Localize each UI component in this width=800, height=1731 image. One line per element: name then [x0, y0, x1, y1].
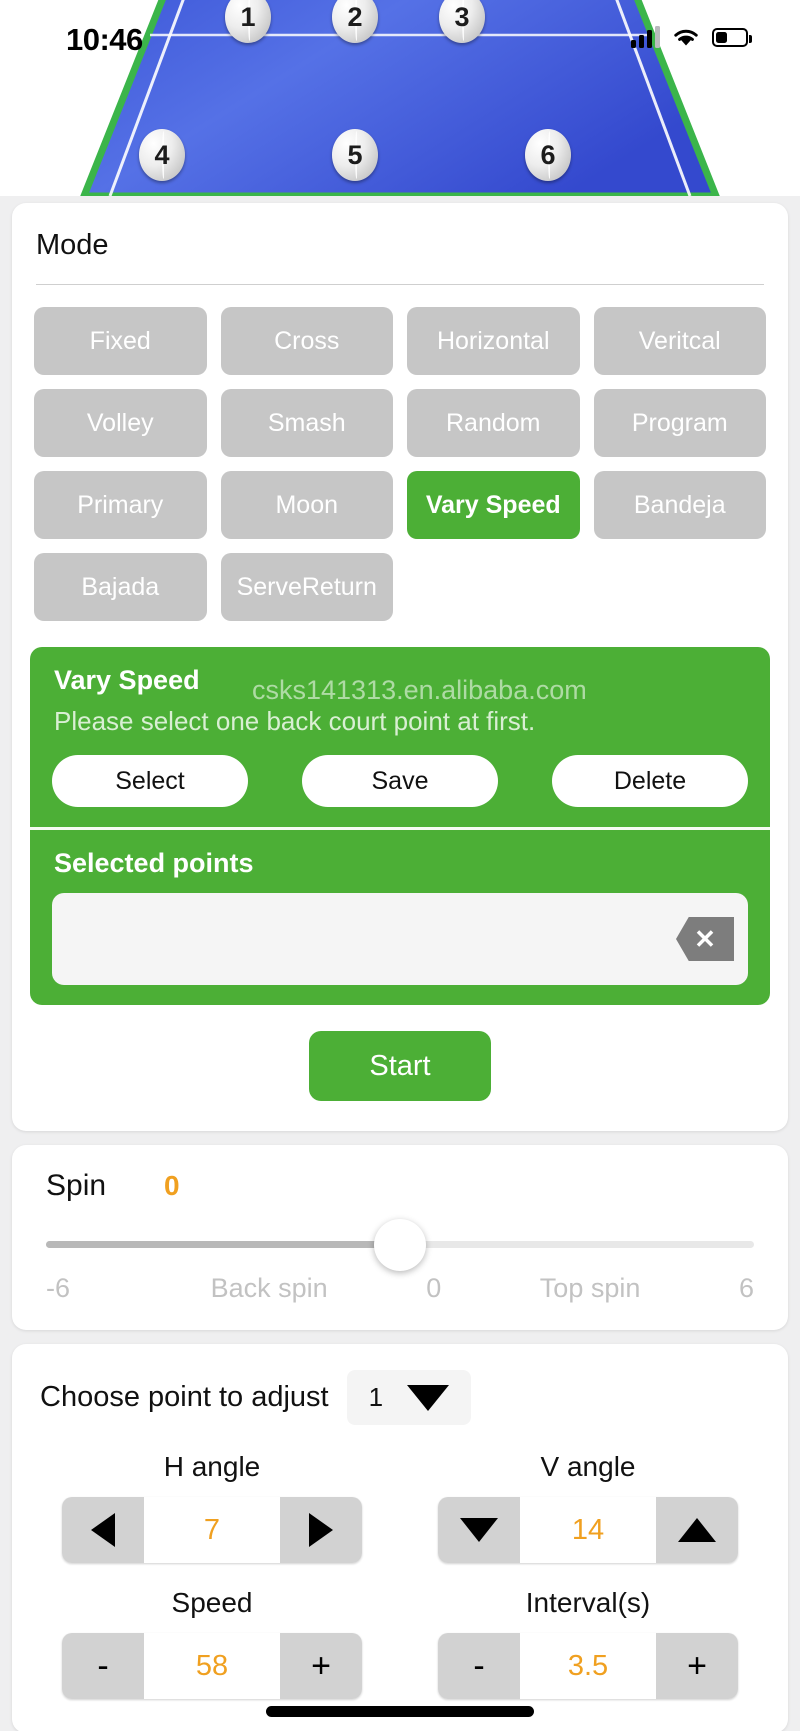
mode-button-horizontal[interactable]: Horizontal — [407, 307, 580, 375]
home-indicator — [266, 1706, 534, 1717]
delete-button[interactable]: Delete — [552, 755, 748, 807]
v-angle-value: 14 — [520, 1497, 656, 1563]
speed-label: Speed — [171, 1587, 253, 1618]
vary-speed-instruction: Please select one back court point at fi… — [54, 706, 536, 736]
speed-decrement-button[interactable]: - — [62, 1633, 144, 1699]
mode-button-bandeja[interactable]: Bandeja — [593, 471, 766, 539]
mode-button-volley[interactable]: Volley — [34, 389, 207, 457]
spin-max-label: 6 — [738, 1273, 754, 1303]
selected-points-title: Selected points — [54, 848, 254, 878]
court-point-label: 5 — [347, 139, 363, 170]
mode-button-bajada[interactable]: Bajada — [34, 553, 207, 621]
speed-increment-button[interactable]: + — [280, 1633, 362, 1699]
speed-cell: Speed - 58 + — [40, 1587, 384, 1699]
interval-cell: Interval(s) - 3.5 + — [416, 1587, 760, 1699]
choose-point-label: Choose point to adjust — [40, 1381, 329, 1413]
spin-slider[interactable] — [46, 1219, 754, 1271]
v-angle-cell: V angle 14 — [416, 1451, 760, 1563]
start-button[interactable]: Start — [309, 1031, 491, 1101]
interval-label: Interval(s) — [525, 1587, 651, 1618]
spin-slider-knob[interactable] — [374, 1219, 426, 1271]
court-point-4[interactable]: 4 — [139, 129, 185, 181]
v-angle-increment-button[interactable] — [656, 1497, 738, 1563]
spin-scale: -6 Back spin 0 Top spin 6 — [46, 1273, 754, 1304]
spin-slider-fill — [46, 1241, 400, 1248]
triangle-left-icon — [91, 1513, 115, 1547]
court-graphic — [80, 0, 720, 196]
h-angle-label: H angle — [163, 1451, 261, 1482]
backspace-clear-icon[interactable]: ✕ — [676, 917, 734, 961]
court-point-label: 4 — [154, 139, 170, 170]
triangle-up-icon — [678, 1518, 716, 1542]
choose-point-row: Choose point to adjust 1 — [40, 1370, 760, 1425]
mode-button-fixed[interactable]: Fixed — [34, 307, 207, 375]
spin-card: Spin 0 -6 Back spin 0 Top spin 6 — [12, 1145, 788, 1330]
mode-button-smash[interactable]: Smash — [220, 389, 393, 457]
court-preview[interactable]: 1 2 3 4 5 6 — [0, 0, 800, 196]
choose-point-select[interactable]: 1 — [346, 1370, 472, 1425]
chevron-down-icon — [407, 1384, 450, 1411]
spin-min-label: -6 — [46, 1273, 71, 1303]
mode-button-moon[interactable]: Moon — [220, 471, 393, 539]
speed-value: 58 — [144, 1633, 280, 1699]
mode-title: Mode — [36, 229, 109, 261]
select-button[interactable]: Select — [52, 755, 248, 807]
spin-label: Spin — [46, 1169, 107, 1202]
selected-points-input[interactable]: ✕ — [52, 893, 748, 985]
mode-button-cross[interactable]: Cross — [220, 307, 393, 375]
v-angle-decrement-button[interactable] — [438, 1497, 520, 1563]
interval-value: 3.5 — [520, 1633, 656, 1699]
mode-button-veritcal[interactable]: Veritcal — [593, 307, 766, 375]
vary-speed-panel-title: Vary Speed — [54, 665, 200, 695]
v-angle-stepper: 14 — [438, 1497, 738, 1563]
mode-button-grid: Fixed Cross Horizontal Veritcal Volley S… — [12, 285, 788, 647]
h-angle-decrement-button[interactable] — [62, 1497, 144, 1563]
mode-button-random[interactable]: Random — [407, 389, 580, 457]
speed-stepper: - 58 + — [62, 1633, 362, 1699]
court-point-label: 1 — [240, 1, 256, 32]
spin-header: Spin 0 — [46, 1169, 754, 1203]
panel-separator — [30, 827, 770, 830]
court-point-label: 6 — [540, 139, 556, 170]
choose-point-value: 1 — [368, 1382, 384, 1412]
spin-right-label: Top spin — [539, 1273, 641, 1303]
interval-stepper: - 3.5 + — [438, 1633, 738, 1699]
h-angle-value: 7 — [144, 1497, 280, 1563]
vary-speed-actions: Select Save Delete csks141313.en.alibaba… — [30, 675, 770, 827]
adjust-card: Choose point to adjust 1 H angle 7 V ang… — [12, 1344, 788, 1731]
court-point-5[interactable]: 5 — [332, 129, 378, 181]
stepper-grid: H angle 7 V angle 14 Speed - 58 + Interv… — [40, 1451, 760, 1699]
mode-button-primary[interactable]: Primary — [34, 471, 207, 539]
h-angle-increment-button[interactable] — [280, 1497, 362, 1563]
h-angle-stepper: 7 — [62, 1497, 362, 1563]
spin-left-label: Back spin — [210, 1273, 328, 1303]
mode-card: Mode Fixed Cross Horizontal Veritcal Vol… — [12, 203, 788, 1131]
mode-button-program[interactable]: Program — [593, 389, 766, 457]
vary-speed-panel: Vary Speed Please select one back court … — [30, 647, 770, 1005]
court-point-6[interactable]: 6 — [525, 129, 571, 181]
court-point-label: 3 — [454, 1, 470, 32]
h-angle-cell: H angle 7 — [40, 1451, 384, 1563]
mode-button-vary-speed[interactable]: Vary Speed — [407, 471, 580, 539]
mode-button-servereturn[interactable]: ServeReturn — [220, 553, 393, 621]
spin-value: 0 — [164, 1170, 180, 1201]
start-row: Start — [12, 1005, 788, 1131]
v-angle-label: V angle — [540, 1451, 636, 1482]
court-point-label: 2 — [347, 1, 363, 32]
interval-increment-button[interactable]: + — [656, 1633, 738, 1699]
triangle-right-icon — [309, 1513, 333, 1547]
triangle-down-icon — [460, 1518, 498, 1542]
app-screen: 1 2 3 4 5 6 10:46 Mode Fixed Cross Horiz… — [0, 0, 800, 1731]
spin-center-label: 0 — [426, 1273, 442, 1303]
interval-decrement-button[interactable]: - — [438, 1633, 520, 1699]
save-button[interactable]: Save — [302, 755, 498, 807]
